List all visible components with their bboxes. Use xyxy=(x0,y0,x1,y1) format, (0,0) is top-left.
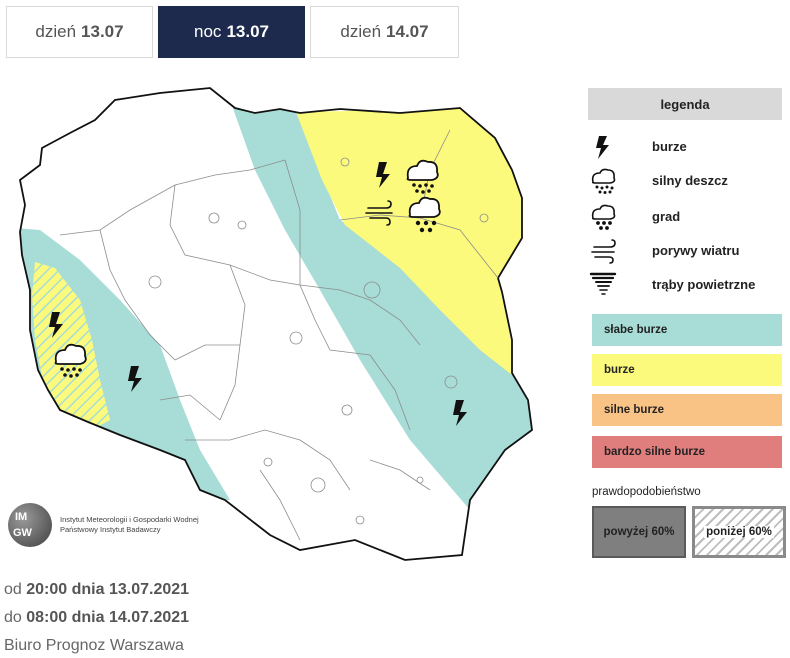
legend-label: porywy wiatru xyxy=(652,243,740,258)
legend-label: silny deszcz xyxy=(652,173,728,188)
tab-day-13-07[interactable]: dzień 13.07 xyxy=(6,6,153,58)
tab-prefix: dzień xyxy=(35,22,77,41)
lightning-bolt-icon xyxy=(596,136,609,159)
valid-to-value: 08:00 dnia 14.07.2021 xyxy=(26,609,190,626)
tab-night-13-07[interactable]: noc 13.07 xyxy=(158,6,305,58)
valid-to: do 08:00 dnia 14.07.2021 xyxy=(4,604,189,632)
legend-panel: legenda burze silny deszcz grad porywy w… xyxy=(588,88,786,558)
logo-abbr-line2: GW xyxy=(13,527,32,539)
probability-above-label: powyżej 60% xyxy=(603,526,675,538)
tab-date: 14.07 xyxy=(386,22,429,41)
tornado-icon xyxy=(589,272,617,295)
imgw-logo-mark: IM GW xyxy=(8,503,52,547)
heavy-rain-icon xyxy=(591,168,616,194)
tab-prefix: dzień xyxy=(340,22,382,41)
probability-below-box: poniżej 60% xyxy=(692,506,786,558)
imgw-logo: IM GW Instytut Meteorologii i Gospodarki… xyxy=(8,503,223,547)
legend-level-storms: burze xyxy=(592,354,782,386)
legend-level-strong: silne burze xyxy=(592,394,782,426)
tab-day-14-07[interactable]: dzień 14.07 xyxy=(310,6,459,58)
validity-info: od 20:00 dnia 13.07.2021 do 08:00 dnia 1… xyxy=(4,576,189,658)
legend-title: legenda xyxy=(588,88,782,120)
probability-title: prawdopodobieństwo xyxy=(592,486,701,498)
legend-label: trąby powietrzne xyxy=(652,277,756,292)
tab-prefix: noc xyxy=(194,22,222,41)
logo-caption-line1: Instytut Meteorologii i Gospodarki Wodne… xyxy=(60,515,199,524)
legend-level-weak: słabe burze xyxy=(592,314,782,346)
logo-caption: Instytut Meteorologii i Gospodarki Wodne… xyxy=(60,515,220,535)
legend-level-very-strong: bardzo silne burze xyxy=(592,436,782,468)
forecast-office: Biuro Prognoz Warszawa xyxy=(4,637,184,654)
valid-from-value: 20:00 dnia 13.07.2021 xyxy=(26,581,190,598)
valid-from: od 20:00 dnia 13.07.2021 xyxy=(4,576,189,604)
probability-above-box: powyżej 60% xyxy=(592,506,686,558)
legend-item-hail: grad xyxy=(588,204,782,230)
legend-item-tornadoes: trąby powietrzne xyxy=(588,272,782,298)
logo-abbr-line1: IM xyxy=(15,511,28,523)
probability-below-label: poniżej 60% xyxy=(704,526,774,538)
valid-to-prefix: do xyxy=(4,609,22,626)
valid-from-prefix: od xyxy=(4,581,22,598)
hail-icon xyxy=(591,204,616,230)
legend-label: grad xyxy=(652,209,681,224)
legend-item-storms: burze xyxy=(588,134,782,160)
logo-caption-line2: Państwowy Instytut Badawczy xyxy=(60,525,161,534)
legend-item-heavy-rain: silny deszcz xyxy=(588,168,782,194)
tab-date: 13.07 xyxy=(81,22,124,41)
legend-item-wind-gusts: porywy wiatru xyxy=(588,238,782,264)
wind-gust-icon xyxy=(591,239,616,264)
tab-date: 13.07 xyxy=(226,22,269,41)
legend-label: burze xyxy=(652,139,687,154)
